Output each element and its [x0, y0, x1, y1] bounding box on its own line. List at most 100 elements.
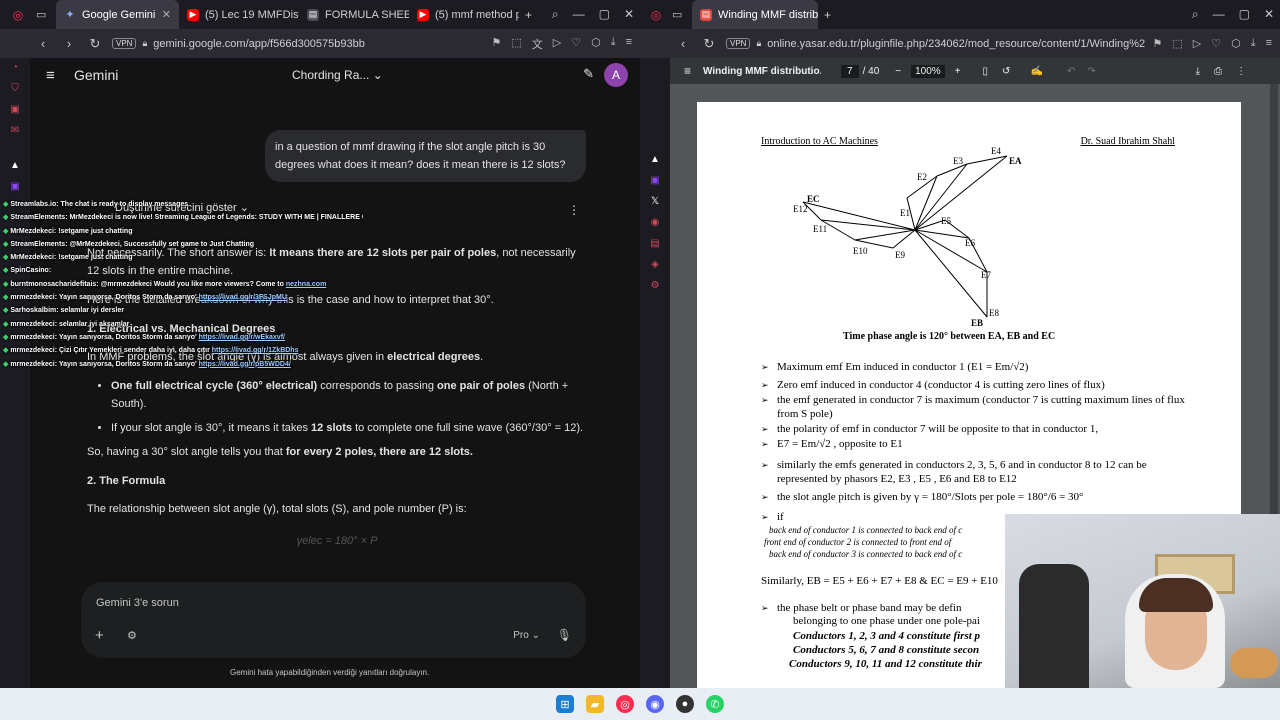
zoom-level[interactable]: 100%: [911, 64, 945, 78]
wallet-icon[interactable]: ▤: [648, 238, 662, 249]
obs-icon[interactable]: ●: [676, 695, 694, 713]
tab-gemini[interactable]: ✦ Google Gemini ✕: [56, 0, 179, 29]
tab-pdf[interactable]: ▤ Winding MMF distribution: [692, 0, 818, 29]
shop-icon[interactable]: ⛉: [8, 83, 22, 94]
screenshot-icon[interactable]: ⬚: [511, 36, 521, 52]
settings-icon[interactable]: ⚙: [648, 280, 662, 291]
chat-link[interactable]: https://livad.gg/r/3FSJpMU: [199, 294, 287, 301]
gemini-brand[interactable]: Gemini: [74, 67, 118, 83]
whatsapp-icon[interactable]: ✆: [706, 695, 724, 713]
tab-formula-sheet[interactable]: ▤ FORMULA SHEET-VE: [299, 0, 409, 29]
search-icon[interactable]: ⌕: [1192, 7, 1199, 22]
chat-link[interactable]: https://livad.gg/r/wEkaxvf/: [199, 334, 285, 341]
vpn-badge[interactable]: VPN: [726, 38, 751, 49]
maximize-icon[interactable]: ▢: [599, 7, 610, 22]
twitch-icon[interactable]: ▣: [648, 175, 662, 186]
reload-icon[interactable]: ↻: [82, 36, 108, 52]
page-number-input[interactable]: 7: [841, 64, 859, 78]
add-icon[interactable]: +: [95, 627, 104, 644]
download-icon[interactable]: ⤓: [611, 36, 616, 52]
aria-icon[interactable]: ▲: [648, 154, 662, 165]
file-explorer-icon[interactable]: ▰: [586, 695, 604, 713]
aria-icon[interactable]: ▲: [8, 160, 22, 171]
player-icon[interactable]: ◉: [648, 217, 662, 228]
new-tab-icon[interactable]: +: [525, 8, 532, 22]
close-icon[interactable]: ✕: [162, 8, 171, 21]
url-field[interactable]: online.yasar.edu.tr/pluginfile.php/23406…: [767, 38, 1152, 50]
tab-label: Winding MMF distribution: [718, 8, 818, 21]
annotate-icon[interactable]: ✍: [1030, 66, 1042, 77]
rotate-icon[interactable]: ↺: [1002, 66, 1010, 77]
close-window-icon[interactable]: ✕: [624, 7, 634, 22]
back-icon[interactable]: ‹: [670, 36, 696, 51]
flow-icon[interactable]: ◈: [648, 259, 662, 270]
mail-icon[interactable]: ✉: [8, 125, 22, 136]
pdf-menu-icon[interactable]: ≡: [684, 64, 691, 78]
chat-link[interactable]: nezhna.com: [286, 281, 326, 288]
chat-title-dropdown[interactable]: Chording Ra... ⌄: [292, 68, 383, 82]
play-icon[interactable]: ▷: [1193, 37, 1201, 50]
avatar[interactable]: A: [604, 63, 628, 87]
twitch-icon[interactable]: ▣: [8, 181, 22, 192]
hamburger-menu-icon[interactable]: ≡: [46, 67, 70, 84]
heart-icon[interactable]: ♡: [571, 36, 581, 52]
left-browser-window: ◎ ▭ ✦ Google Gemini ✕ ▶ (5) Lec 19 MMFDi…: [0, 0, 640, 688]
text: .: [480, 351, 484, 363]
workspaces-icon[interactable]: ▭: [672, 8, 692, 21]
more-options-icon[interactable]: ⋮: [568, 203, 580, 217]
discord-icon[interactable]: ◉: [646, 695, 664, 713]
tab-youtube-lec19[interactable]: ▶ (5) Lec 19 MMFDistrib: [179, 0, 299, 29]
browser-logo-icon[interactable]: ◎: [640, 8, 672, 22]
browser-sidebar: ▲ ▣ 𝕏 ◉ ▤ ◈ ⚙: [640, 58, 670, 688]
maximize-icon[interactable]: ▢: [1239, 7, 1250, 22]
forward-icon[interactable]: ›: [56, 36, 82, 51]
download-icon[interactable]: ⤓: [1251, 37, 1256, 50]
zoom-out-icon[interactable]: −: [895, 66, 901, 77]
heart-icon[interactable]: ♡: [1211, 37, 1221, 50]
menu-icon[interactable]: ≡: [1266, 37, 1272, 50]
tab-youtube-mmf[interactable]: ▶ (5) mmf method phas: [409, 0, 519, 29]
fit-page-icon[interactable]: ▯: [983, 66, 989, 77]
zoom-in-icon[interactable]: +: [955, 66, 961, 77]
vpn-badge[interactable]: VPN: [112, 38, 137, 49]
windows-start-icon[interactable]: ⊞: [556, 695, 574, 713]
screenshot-icon[interactable]: ⬚: [1172, 37, 1182, 50]
workspaces-icon[interactable]: ▭: [36, 8, 56, 21]
back-icon[interactable]: ‹: [30, 36, 56, 51]
chat-username: Sarhoskalbim: [10, 307, 57, 315]
pdf-more-icon[interactable]: ⋮: [1236, 66, 1246, 77]
extensions-icon[interactable]: ⬡: [1231, 37, 1241, 50]
url-field[interactable]: gemini.google.com/app/f566d300575b93bb: [153, 38, 491, 50]
history-icon[interactable]: ◔: [8, 62, 22, 73]
menu-icon[interactable]: ≡: [626, 36, 632, 52]
new-tab-icon[interactable]: +: [824, 8, 831, 22]
extensions-icon[interactable]: ⬡: [591, 36, 601, 52]
chat-username: mrmezdekeci: [10, 333, 55, 341]
x-icon[interactable]: 𝕏: [648, 196, 662, 207]
search-icon[interactable]: ⌕: [552, 7, 559, 22]
prompt-input[interactable]: Gemini 3'e sorun: [96, 597, 179, 609]
tools-icon[interactable]: ⚙: [127, 629, 137, 642]
chat-text: Yayın sanıyorsa, Doritos Storm da sarıyo…: [58, 333, 197, 341]
mode-selector[interactable]: Pro ⌄: [513, 630, 540, 641]
opera-gx-icon[interactable]: ◎: [616, 695, 634, 713]
redo-icon[interactable]: ↷: [1087, 66, 1095, 77]
reload-icon[interactable]: ↻: [696, 36, 722, 52]
bookmark-icon[interactable]: ⚑: [491, 36, 501, 52]
new-chat-icon[interactable]: ✎: [583, 66, 594, 82]
chat-icon[interactable]: ▣: [8, 104, 22, 115]
chat-link[interactable]: https://livad.gg/r/pB5WDD4/: [199, 361, 291, 368]
browser-logo-icon[interactable]: ◎: [0, 8, 36, 22]
bookmark-icon[interactable]: ⚑: [1152, 37, 1162, 50]
microphone-icon[interactable]: 🎙︎: [557, 628, 572, 642]
download-pdf-icon[interactable]: ⤓: [1196, 66, 1200, 77]
chat-username: mrmezdekeci: [10, 320, 55, 328]
chat-link[interactable]: https://livad.gg/r/1ZkBDhs: [212, 347, 299, 354]
minimize-icon[interactable]: —: [573, 7, 585, 22]
print-icon[interactable]: ⎙: [1214, 66, 1222, 77]
translate-icon[interactable]: 文: [532, 36, 543, 52]
undo-icon[interactable]: ↶: [1067, 66, 1075, 77]
close-window-icon[interactable]: ✕: [1264, 7, 1274, 22]
minimize-icon[interactable]: —: [1213, 7, 1225, 22]
play-icon[interactable]: ▷: [553, 36, 561, 52]
